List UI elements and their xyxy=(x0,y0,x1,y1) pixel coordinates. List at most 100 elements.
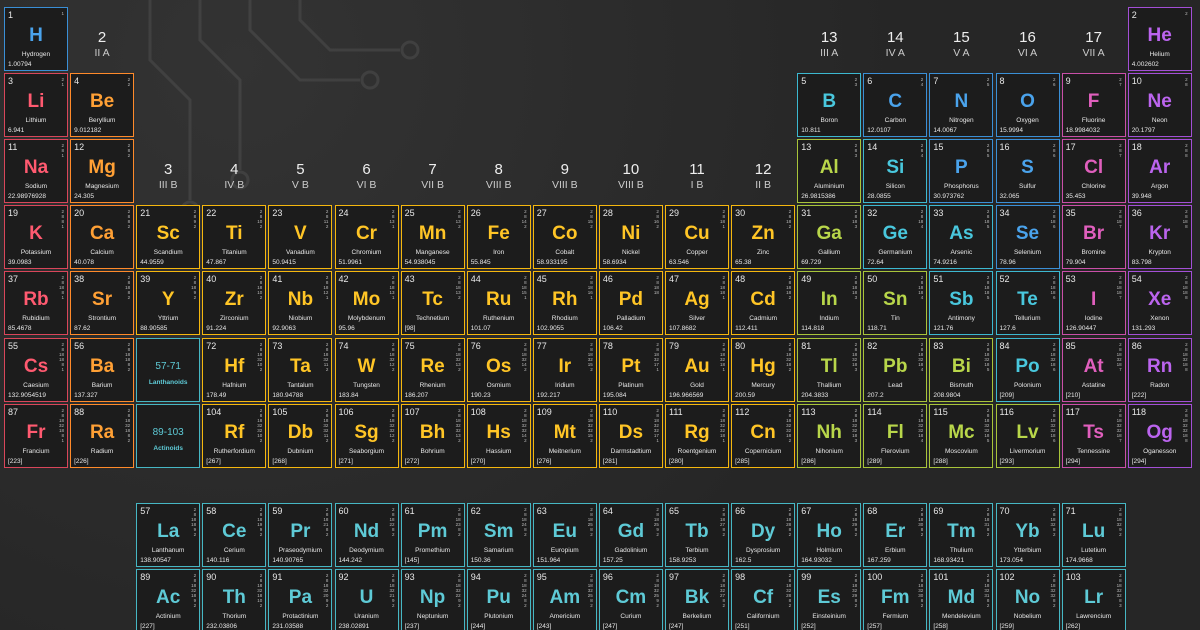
element-cell-nb[interactable]: 41 2 8 18 12 1 Nb Niobium 92.9063 xyxy=(268,271,333,336)
element-cell-ta[interactable]: 73 2 8 18 32 11 2 Ta Tantalum 180.94788 xyxy=(268,337,333,402)
placeholder-actinoids[interactable]: 89-103 Actinoids xyxy=(136,403,201,468)
element-cell-k[interactable]: 19 2 8 8 1 K Potassium 39.0983 xyxy=(4,205,68,270)
element-cell-tm[interactable]: 69 2 8 18 31 8 2 Tm Thulium 168.93421 xyxy=(929,503,994,567)
element-cell-cf[interactable]: 98 2 8 18 32 28 8 2 Cf Californium [251] xyxy=(731,569,796,630)
element-cell-eu[interactable]: 63 2 8 18 25 8 2 Eu Europium 151.964 xyxy=(532,503,597,567)
element-cell-pr[interactable]: 59 2 8 18 21 8 2 Pr Praseodymium 140.90765 xyxy=(268,503,333,567)
element-cell-lu[interactable]: 71 2 8 18 32 9 2 Lu Lutetium 174.9668 xyxy=(1061,503,1126,567)
element-cell-pm[interactable]: 61 2 8 18 23 8 2 Pm Promethium [145] xyxy=(400,503,465,567)
element-cell-tc[interactable]: 43 2 8 18 13 2 Tc Technetium [98] xyxy=(400,271,465,336)
element-cell-no[interactable]: 102 2 8 18 32 32 8 2 No Nobelium [259] xyxy=(995,569,1060,630)
element-cell-cd[interactable]: 48 2 8 18 18 2 Cd Cadmium 112.411 xyxy=(731,271,796,336)
element-cell-f[interactable]: 9 2 7 F Fluorine 18.9984032 xyxy=(1061,73,1126,138)
element-cell-fm[interactable]: 100 2 8 18 32 30 8 2 Fm Fermium [257] xyxy=(863,569,928,630)
element-cell-fl[interactable]: 114 2 8 18 32 32 18 4 Fl Flerovium [289] xyxy=(863,403,928,468)
element-cell-sb[interactable]: 51 2 8 18 18 5 Sb Antimony 121.76 xyxy=(929,271,994,336)
element-cell-dy[interactable]: 66 2 8 18 28 8 2 Dy Dysprosium 162.5 xyxy=(731,503,796,567)
element-cell-la[interactable]: 57 2 8 18 18 9 2 La Lanthanum 138.90547 xyxy=(136,503,201,567)
element-cell-tb[interactable]: 65 2 8 18 27 8 2 Tb Terbium 158.9253 xyxy=(665,503,729,567)
element-cell-o[interactable]: 8 2 6 O Oxygen 15.9994 xyxy=(995,73,1060,138)
element-cell-pb[interactable]: 82 2 8 18 32 18 4 Pb Lead 207.2 xyxy=(863,337,928,402)
element-cell-se[interactable]: 34 2 8 18 6 Se Selenium 78.96 xyxy=(995,205,1060,270)
element-cell-ru[interactable]: 44 2 8 18 15 1 Ru Ruthenium 101.07 xyxy=(466,271,531,336)
element-cell-rh[interactable]: 45 2 8 18 16 1 Rh Rhodium 102.9055 xyxy=(532,271,597,336)
element-cell-cn[interactable]: 112 2 8 18 32 32 18 2 Cn Copernicium [285] xyxy=(731,403,796,468)
element-cell-ac[interactable]: 89 2 8 18 32 18 9 2 Ac Actinium [227] xyxy=(136,569,201,630)
element-cell-cm[interactable]: 96 2 8 18 32 25 9 2 Cm Curium [247] xyxy=(598,569,663,630)
element-cell-cr[interactable]: 24 2 8 13 1 Cr Chromium 51.9961 xyxy=(334,205,399,270)
element-cell-ag[interactable]: 47 2 8 18 18 1 Ag Silver 107.8682 xyxy=(665,271,729,336)
element-cell-sr[interactable]: 38 2 8 18 8 2 Sr Strontium 87.62 xyxy=(70,271,135,336)
element-cell-au[interactable]: 79 2 8 18 32 18 1 Au Gold 196.966569 xyxy=(665,337,729,402)
element-cell-rg[interactable]: 111 2 8 18 32 32 18 1 Rg Roentgenium [280] xyxy=(665,403,729,468)
element-cell-y[interactable]: 39 2 8 18 9 2 Y Yttrium 88.90585 xyxy=(136,271,201,336)
element-cell-cs[interactable]: 55 2 8 18 18 8 1 Cs Caesium 132.9054519 xyxy=(4,337,68,402)
element-cell-ba[interactable]: 56 2 8 18 18 8 2 Ba Barium 137.327 xyxy=(70,337,135,402)
placeholder-lanthanoids[interactable]: 57-71 Lanthanoids xyxy=(136,337,201,402)
element-cell-am[interactable]: 95 2 8 18 32 25 8 2 Am Americium [243] xyxy=(532,569,597,630)
element-cell-sm[interactable]: 62 2 8 18 24 8 2 Sm Samarium 150.36 xyxy=(466,503,531,567)
element-cell-og[interactable]: 118 2 8 18 32 32 18 8 Og Oganesson [294] xyxy=(1127,403,1192,468)
element-cell-tl[interactable]: 81 2 8 18 32 18 3 Tl Thallium 204.3833 xyxy=(797,337,862,402)
element-cell-c[interactable]: 6 2 4 C Carbon 12.0107 xyxy=(863,73,928,138)
element-cell-rb[interactable]: 37 2 8 18 8 1 Rb Rubidium 85.4678 xyxy=(4,271,68,336)
element-cell-xe[interactable]: 54 2 8 18 18 8 Xe Xenon 131.293 xyxy=(1127,271,1192,336)
element-cell-fe[interactable]: 26 2 8 14 2 Fe Iron 55.845 xyxy=(466,205,531,270)
element-cell-li[interactable]: 3 2 1 Li Lithium 6.941 xyxy=(4,73,68,138)
element-cell-er[interactable]: 68 2 8 18 30 8 2 Er Erbium 167.259 xyxy=(863,503,928,567)
element-cell-in[interactable]: 49 2 8 18 18 3 In Indium 114.818 xyxy=(797,271,862,336)
element-cell-mo[interactable]: 42 2 8 18 13 1 Mo Molybdenum 95.96 xyxy=(334,271,399,336)
element-cell-ge[interactable]: 32 2 8 18 4 Ge Germanium 72.64 xyxy=(863,205,928,270)
element-cell-ar[interactable]: 18 2 8 8 Ar Argon 39.948 xyxy=(1127,139,1192,204)
element-cell-p[interactable]: 15 2 8 5 P Phosphorus 30.973762 xyxy=(929,139,994,204)
element-cell-po[interactable]: 84 2 8 18 32 18 6 Po Polonium [209] xyxy=(995,337,1060,402)
element-cell-be[interactable]: 4 2 2 Be Beryllium 9.012182 xyxy=(70,73,135,138)
element-cell-bh[interactable]: 107 2 8 18 32 32 13 2 Bh Bohrium [272] xyxy=(400,403,465,468)
element-cell-bi[interactable]: 83 2 8 18 32 18 5 Bi Bismuth 208.9804 xyxy=(929,337,994,402)
element-cell-rn[interactable]: 86 2 8 18 32 18 8 Rn Radon [222] xyxy=(1127,337,1192,402)
element-cell-ti[interactable]: 22 2 8 10 2 Ti Titanium 47.867 xyxy=(202,205,267,270)
element-cell-nh[interactable]: 113 2 8 18 32 32 18 3 Nh Nihonium [286] xyxy=(797,403,862,468)
element-cell-sg[interactable]: 106 2 8 18 32 32 12 2 Sg Seaborgium [271] xyxy=(334,403,399,468)
element-cell-br[interactable]: 35 2 8 18 7 Br Bromine 79.904 xyxy=(1061,205,1126,270)
element-cell-pu[interactable]: 94 2 8 18 32 24 8 2 Pu Plutonium [244] xyxy=(466,569,531,630)
element-cell-md[interactable]: 101 2 8 18 32 31 8 2 Md Mendelevium [258] xyxy=(929,569,994,630)
element-cell-np[interactable]: 93 2 8 18 32 22 9 2 Np Neptunium [237] xyxy=(400,569,465,630)
element-cell-yb[interactable]: 70 2 8 18 32 8 2 Yb Ytterbium 173.054 xyxy=(995,503,1060,567)
element-cell-th[interactable]: 90 2 8 18 32 18 10 2 Th Thorium 232.03806 xyxy=(202,569,267,630)
element-cell-cl[interactable]: 17 2 8 7 Cl Chlorine 35.453 xyxy=(1061,139,1126,204)
element-cell-es[interactable]: 99 2 8 18 32 29 8 2 Es Einsteinium [252] xyxy=(797,569,862,630)
element-cell-ne[interactable]: 10 2 8 Ne Neon 20.1797 xyxy=(1127,73,1192,138)
element-cell-al[interactable]: 13 2 8 3 Al Aluminium 26.9815386 xyxy=(797,139,862,204)
element-cell-zr[interactable]: 40 2 8 18 10 2 Zr Zirconium 91.224 xyxy=(202,271,267,336)
element-cell-re[interactable]: 75 2 8 18 32 13 2 Re Rhenium 186.207 xyxy=(400,337,465,402)
element-cell-sn[interactable]: 50 2 8 18 18 4 Sn Tin 118.71 xyxy=(863,271,928,336)
element-cell-bk[interactable]: 97 2 8 18 32 27 8 2 Bk Berkelium [247] xyxy=(665,569,729,630)
element-cell-cu[interactable]: 29 2 8 18 1 Cu Copper 63.546 xyxy=(665,205,729,270)
element-cell-nd[interactable]: 60 2 8 18 22 8 2 Nd Deodymium 144.242 xyxy=(334,503,399,567)
element-cell-ce[interactable]: 58 2 8 18 19 9 2 Ce Cerium 140.116 xyxy=(202,503,267,567)
element-cell-as[interactable]: 33 2 8 18 5 As Arsenic 74.9216 xyxy=(929,205,994,270)
element-cell-he[interactable]: 2 2 He Helium 4.002602 xyxy=(1127,7,1192,71)
element-cell-ts[interactable]: 117 2 8 18 32 32 18 7 Ts Tennessine [294] xyxy=(1061,403,1126,468)
element-cell-fr[interactable]: 87 2 8 18 32 18 8 1 Fr Francium [223] xyxy=(4,403,68,468)
element-cell-i[interactable]: 53 2 8 18 18 7 I Iodine 126.90447 xyxy=(1061,271,1126,336)
element-cell-na[interactable]: 11 2 8 1 Na Sodium 22.98976928 xyxy=(4,139,68,204)
element-cell-hg[interactable]: 80 2 8 18 32 18 2 Hg Mercury 200.59 xyxy=(731,337,796,402)
element-cell-pd[interactable]: 46 2 8 18 18 Pd Palladium 106.42 xyxy=(598,271,663,336)
element-cell-sc[interactable]: 21 2 8 9 2 Sc Scandium 44.9559 xyxy=(136,205,201,270)
element-cell-w[interactable]: 74 2 8 18 32 12 2 W Tungsten 183.84 xyxy=(334,337,399,402)
element-cell-n[interactable]: 7 2 5 N Nitrogen 14.0067 xyxy=(929,73,994,138)
element-cell-db[interactable]: 105 2 8 18 32 32 11 2 Db Dubnium [268] xyxy=(268,403,333,468)
element-cell-v[interactable]: 23 2 8 11 2 V Vanadium 50.9415 xyxy=(268,205,333,270)
element-cell-ga[interactable]: 31 2 8 18 3 Ga Gallium 69.729 xyxy=(797,205,862,270)
element-cell-ir[interactable]: 77 2 8 18 32 15 2 Ir Iridium 192.217 xyxy=(532,337,597,402)
element-cell-os[interactable]: 76 2 8 18 32 14 2 Os Osmium 190.23 xyxy=(466,337,531,402)
element-cell-ca[interactable]: 20 2 8 8 2 Ca Calcium 40.078 xyxy=(70,205,135,270)
element-cell-rf[interactable]: 104 2 8 18 32 32 10 2 Rf Rutherfordium [267] xyxy=(202,403,267,468)
element-cell-ds[interactable]: 110 2 8 18 32 32 17 1 Ds Darmstadtium [281] xyxy=(598,403,663,468)
element-cell-mt[interactable]: 109 2 8 18 32 32 15 2 Mt Meitnerium [276] xyxy=(532,403,597,468)
element-cell-co[interactable]: 27 2 8 15 2 Co Cobalt 58.933195 xyxy=(532,205,597,270)
element-cell-si[interactable]: 14 2 8 4 Si Silicon 28.0855 xyxy=(863,139,928,204)
element-cell-ho[interactable]: 67 2 8 18 29 8 2 Ho Holmium 164.93032 xyxy=(797,503,862,567)
